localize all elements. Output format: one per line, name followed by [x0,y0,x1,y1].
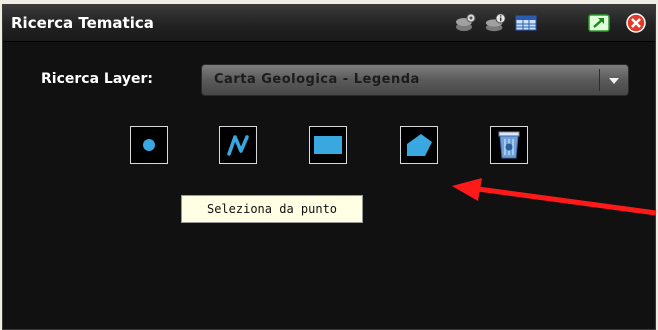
annotation-arrow [452,178,657,216]
